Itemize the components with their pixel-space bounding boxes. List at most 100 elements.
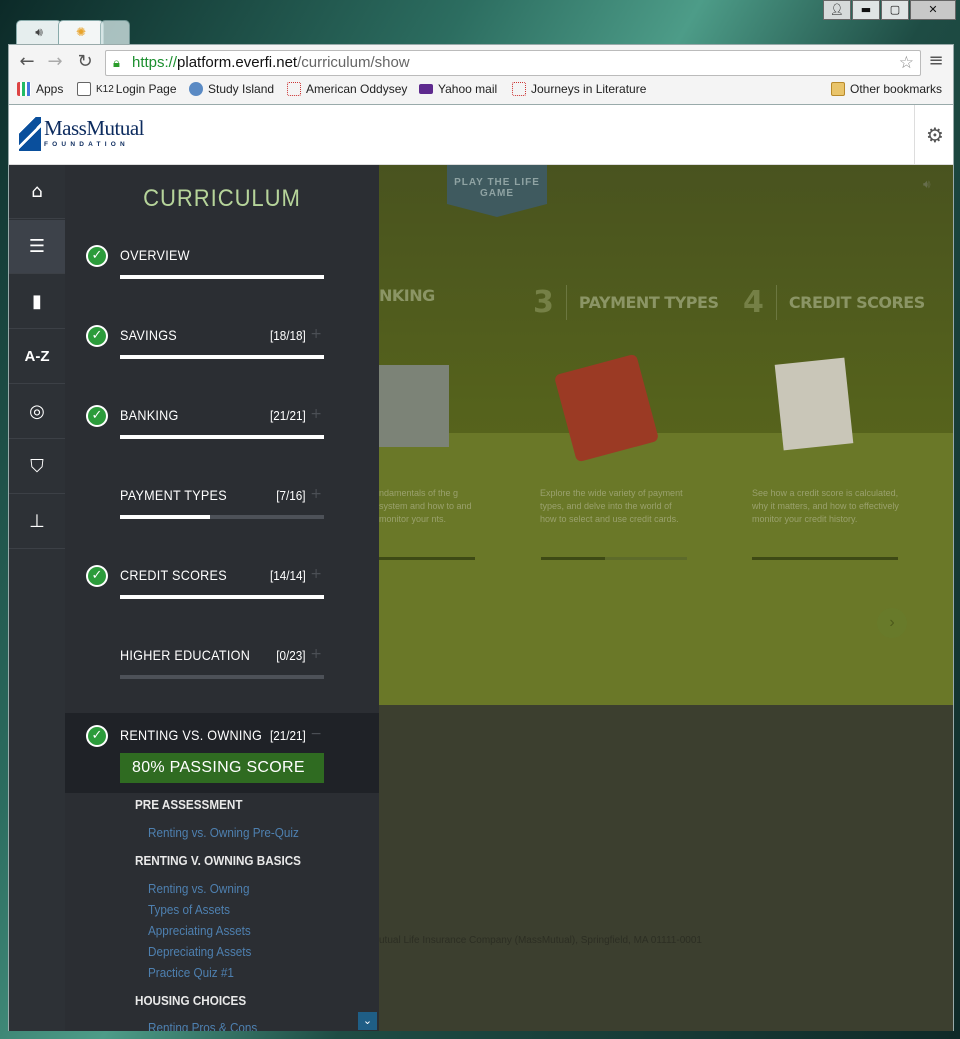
bookmark-star-icon[interactable]: ☆ <box>899 51 914 75</box>
journeys-icon <box>512 82 526 96</box>
passing-score-banner: 80% PASSING SCORE <box>120 753 324 783</box>
lesson-link[interactable]: Renting Pros & Cons <box>148 1020 257 1031</box>
user-profile-icon[interactable]: 👤︎ <box>823 0 851 20</box>
expand-toggle-icon[interactable]: + <box>310 326 322 342</box>
scroll-down-chevron-icon[interactable]: ⌄ <box>358 1012 377 1030</box>
bank-illustration <box>379 365 449 447</box>
glossary-az-button[interactable]: A-Z <box>9 330 65 384</box>
bookmark-label: Apps <box>36 82 64 96</box>
bookmark-american-odyssey[interactable]: American Oddysey <box>287 82 407 96</box>
footer-copyright: utual Life Insurance Company (MassMutual… <box>379 935 702 946</box>
hamburger-menu-icon[interactable]: ≡ <box>925 50 947 74</box>
forward-arrow-icon[interactable]: → <box>43 50 67 74</box>
url-host: platform.everfi.net <box>177 54 298 71</box>
tab-audio[interactable]: 🔊︎ <box>16 20 62 44</box>
curriculum-section[interactable]: PAYMENT TYPES [7/16] + <box>65 473 379 553</box>
section-progress-bar <box>120 435 324 439</box>
list-icon[interactable]: ☰ <box>9 220 65 274</box>
section-label: RENTING VS. OWNING <box>120 727 263 743</box>
new-tab-button[interactable] <box>100 20 130 44</box>
curriculum-section[interactable]: ✓ OVERVIEW <box>65 233 379 313</box>
expand-toggle-icon[interactable]: + <box>310 646 322 662</box>
section-label: CREDIT SCORES <box>120 567 227 583</box>
bookmark-label: Journeys in Literature <box>531 82 647 96</box>
bookmark-label: Login Page <box>115 82 177 96</box>
section-label: OVERVIEW <box>120 247 190 263</box>
url-path: /curriculum/show <box>297 54 410 71</box>
web-page: MassMutual FOUNDATION ⚙ PLAY THE LIFE GA… <box>8 105 954 1031</box>
american-odyssey-icon <box>287 82 301 96</box>
reload-icon[interactable]: ↻ <box>73 50 97 74</box>
play-life-game-button[interactable]: PLAY THE LIFE GAME <box>447 165 547 217</box>
lesson-link[interactable]: Appreciating Assets <box>148 923 251 938</box>
section-progress-bar <box>120 355 324 359</box>
sound-icon[interactable]: 🔊︎ <box>923 177 931 192</box>
stamp-icon[interactable]: ⊥ <box>9 495 65 549</box>
module-progress <box>379 557 475 560</box>
url-scheme: https:// <box>132 54 178 71</box>
expand-toggle-icon[interactable]: + <box>310 566 322 582</box>
book-icon[interactable]: ▮ <box>9 275 65 329</box>
logo-sub: FOUNDATION <box>44 141 129 148</box>
section-count: [0/23] <box>276 648 306 663</box>
maximize-button[interactable]: ▢ <box>881 0 909 20</box>
curriculum-section[interactable]: ✓ SAVINGS [18/18] + <box>65 313 379 393</box>
bookmark-journeys[interactable]: Journeys in Literature <box>512 82 646 96</box>
bookmark-apps[interactable]: Apps <box>17 82 63 96</box>
icon-rail: ⌂ ☰ ▮ A-Z ◎ ⛉ ⊥ <box>9 165 65 1031</box>
lesson-link[interactable]: Renting vs. Owning <box>148 881 249 896</box>
check-icon: ✓ <box>86 405 108 427</box>
curriculum-section[interactable]: ✓ BANKING [21/21] + <box>65 393 379 473</box>
apps-grid-icon <box>17 82 31 96</box>
target-check-icon[interactable]: ◎ <box>9 385 65 439</box>
curriculum-section[interactable]: ✓ CREDIT SCORES [14/14] + <box>65 553 379 633</box>
section-count: [14/14] <box>270 568 306 583</box>
check-icon: ✓ <box>86 725 108 747</box>
bookmark-yahoo-mail[interactable]: Yahoo mail <box>419 82 497 96</box>
tab-active[interactable]: ✺ <box>58 20 104 44</box>
expand-toggle-icon[interactable]: − <box>310 726 322 742</box>
module-progress <box>541 557 687 560</box>
expand-toggle-icon[interactable]: + <box>310 486 322 502</box>
section-progress-bar <box>120 595 324 599</box>
shield-star-icon[interactable]: ⛉ <box>9 440 65 494</box>
expand-toggle-icon[interactable]: + <box>310 406 322 422</box>
curriculum-panel: CURRICULUM ✓ OVERVIEW ✓ SAVINGS [18/18] + ✓ BAN… <box>65 165 379 1031</box>
window-titlebar: 🔊︎ ✺ 👤︎ ▬ ▢ ✕ <box>0 0 960 44</box>
gear-icon[interactable]: ⚙ <box>914 105 953 165</box>
lesson-link[interactable]: Types of Assets <box>148 902 230 917</box>
minimize-button[interactable]: ▬ <box>852 0 880 20</box>
study-island-icon <box>189 82 203 96</box>
lesson-link[interactable]: Renting vs. Owning Pre-Quiz <box>148 825 299 840</box>
back-arrow-icon[interactable]: ← <box>15 50 39 74</box>
section-count: [18/18] <box>270 328 306 343</box>
close-button[interactable]: ✕ <box>910 0 956 20</box>
bookmark-label: American Oddysey <box>306 82 408 96</box>
module-progress <box>752 557 898 560</box>
bookmark-login-page[interactable]: K12 Login Page <box>77 82 177 96</box>
browser-toolbar: ← → ↻ 🔒︎ https://platform.everfi.net/cur… <box>8 44 954 105</box>
module-desc: See how a credit score is calculated, wh… <box>752 488 899 524</box>
lesson-link[interactable]: Practice Quiz #1 <box>148 965 234 980</box>
site-header: MassMutual FOUNDATION ⚙ <box>9 105 953 165</box>
lesson-link[interactable]: Depreciating Assets <box>148 944 251 959</box>
section-label: BANKING <box>120 407 179 423</box>
home-icon[interactable]: ⌂ <box>9 165 65 219</box>
panel-title: CURRICULUM <box>143 185 301 212</box>
next-arrow-icon[interactable]: › <box>877 608 907 638</box>
mail-icon <box>419 84 433 94</box>
curriculum-section[interactable]: HIGHER EDUCATION [0/23] + <box>65 633 379 713</box>
module-desc: Explore the wide variety of payment type… <box>540 488 683 524</box>
subsection-heading: HOUSING CHOICES <box>135 993 247 1008</box>
bookmarks-bar: Apps K12 Login Page Study Island America… <box>9 79 953 103</box>
module-credit-scores[interactable]: 4 CREDIT SCORES <box>743 285 925 320</box>
address-bar[interactable]: 🔒︎ https://platform.everfi.net/curriculu… <box>105 50 921 76</box>
logo-mark-icon <box>19 117 41 151</box>
massmutual-logo[interactable]: MassMutual FOUNDATION <box>19 117 145 151</box>
module-payment-types[interactable]: 3 PAYMENT TYPES <box>533 285 719 320</box>
bookmark-label: Other bookmarks <box>850 82 943 96</box>
module-banking[interactable]: NKING <box>379 285 435 305</box>
subsection-heading: RENTING V. OWNING BASICS <box>135 853 301 868</box>
bookmark-other[interactable]: Other bookmarks <box>831 82 942 96</box>
bookmark-study-island[interactable]: Study Island <box>189 82 274 96</box>
